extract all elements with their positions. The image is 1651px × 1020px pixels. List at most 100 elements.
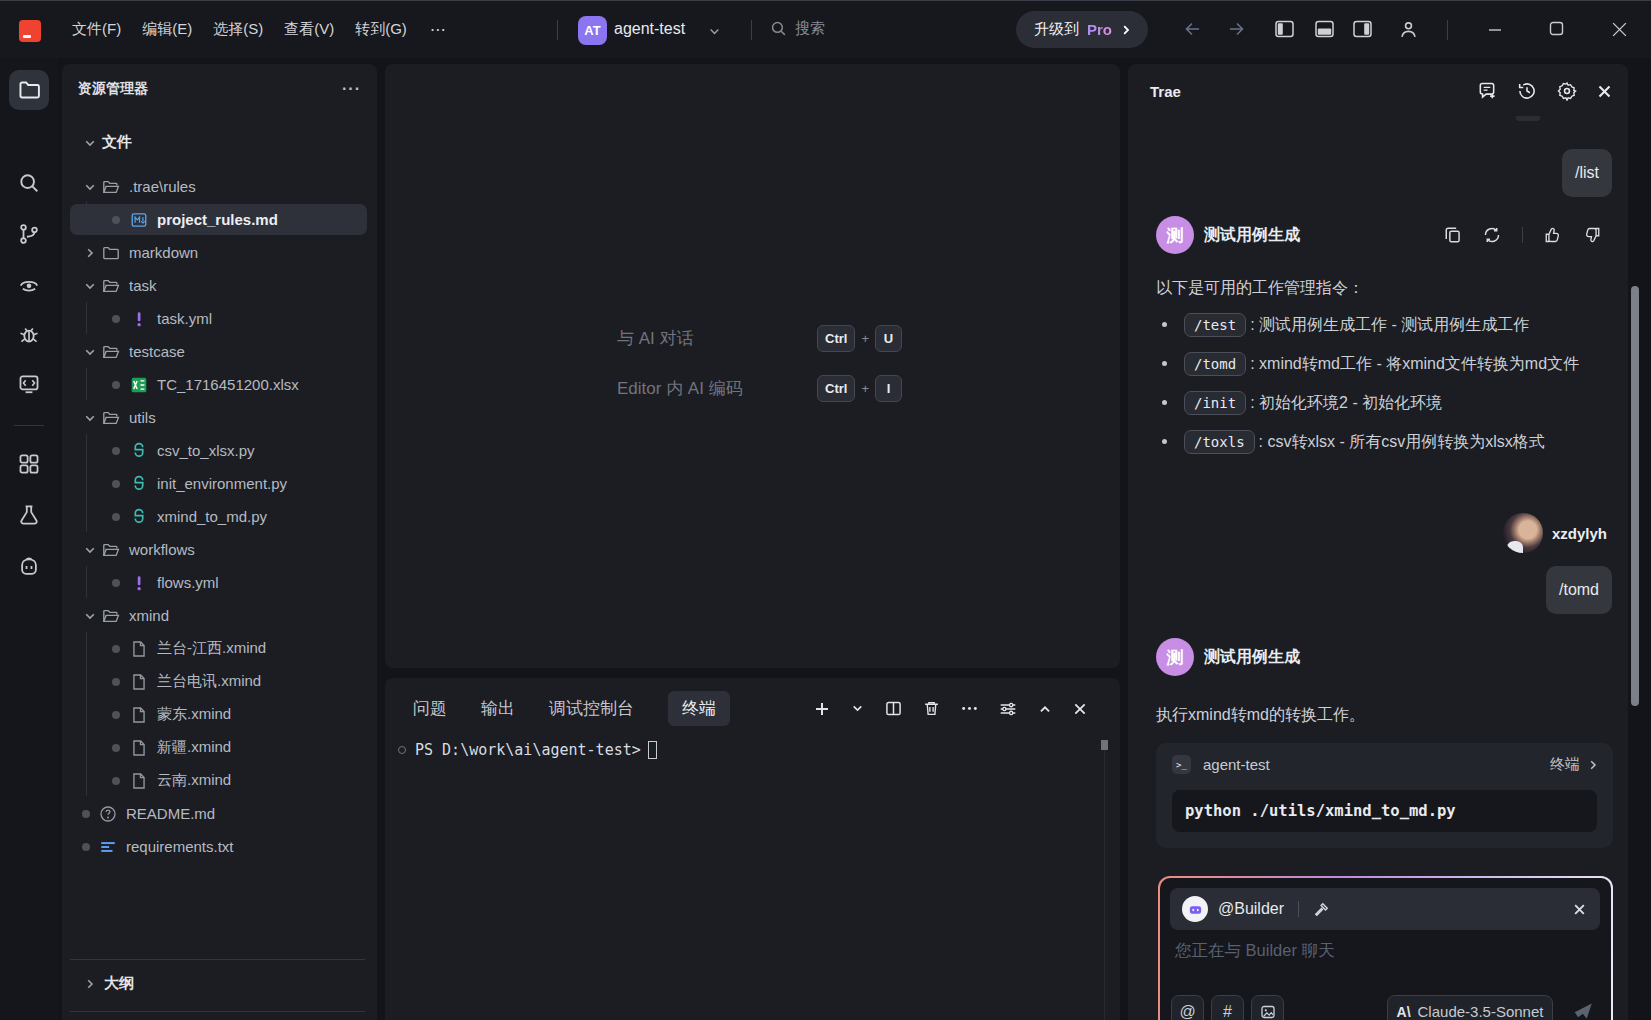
tree-file[interactable]: TC_1716451200.xlsx <box>62 368 377 401</box>
explorer-more-icon[interactable]: ··· <box>342 80 361 98</box>
thumbs-up-icon[interactable] <box>1544 226 1562 244</box>
menu-file[interactable]: 文件(F) <box>72 20 121 39</box>
menu-select[interactable]: 选择(S) <box>213 20 263 39</box>
nav-back-icon[interactable] <box>1183 19 1203 39</box>
toggle-left-sidebar-icon[interactable] <box>1275 20 1294 38</box>
activity-ai-assistant[interactable] <box>9 546 49 586</box>
tree-file[interactable]: README.md <box>62 797 377 830</box>
tree-file[interactable]: 兰台-江西.xmind <box>62 632 377 665</box>
menu-more-icon[interactable]: ⋯ <box>430 20 446 39</box>
folder-icon <box>102 244 120 262</box>
activity-remote-terminal[interactable] <box>9 364 49 404</box>
tab-terminal[interactable]: 终端 <box>668 691 730 726</box>
tree-section-files[interactable]: 文件 <box>62 126 377 159</box>
tree-folder[interactable]: utils <box>62 401 377 434</box>
menu-goto[interactable]: 转到(G) <box>355 20 407 39</box>
activity-debug[interactable] <box>9 314 49 354</box>
image-button[interactable] <box>1251 995 1284 1020</box>
hammer-icon[interactable] <box>1313 901 1330 918</box>
titlebar-separator <box>1447 20 1448 40</box>
tree-file[interactable]: 蒙东.xmind <box>62 698 377 731</box>
maximize-panel-icon[interactable] <box>1038 702 1052 716</box>
outline-section[interactable]: 大纲 <box>62 967 377 1000</box>
command-pill[interactable]: /tomd <box>1184 352 1246 376</box>
tree-file[interactable]: 兰台电讯.xmind <box>62 665 377 698</box>
regenerate-icon[interactable] <box>1483 226 1501 244</box>
more-actions-icon[interactable] <box>961 700 978 717</box>
activity-explorer[interactable] <box>9 70 49 110</box>
split-terminal-icon[interactable] <box>885 700 902 717</box>
tree-file[interactable]: csv_to_xlsx.py <box>62 434 377 467</box>
remove-builder-icon[interactable] <box>1573 903 1586 916</box>
tree-file[interactable]: project_rules.md <box>62 203 377 236</box>
activity-extensions[interactable] <box>9 444 49 484</box>
kill-terminal-icon[interactable] <box>923 700 940 717</box>
terminal-scrollbar-thumb[interactable] <box>1101 740 1108 750</box>
tree-folder[interactable]: .trae\rules <box>62 170 377 203</box>
open-terminal-link[interactable]: 终端 <box>1550 755 1599 774</box>
tree-folder[interactable]: workflows <box>62 533 377 566</box>
tree-file[interactable]: init_environment.py <box>62 467 377 500</box>
command-pill[interactable]: /toxls <box>1184 430 1255 454</box>
tree-folder[interactable]: markdown <box>62 236 377 269</box>
menu-edit[interactable]: 编辑(E) <box>142 20 192 39</box>
window-scrollbar-thumb[interactable] <box>1631 286 1639 706</box>
settings-gear-icon[interactable] <box>1557 81 1577 101</box>
folder-icon <box>102 178 120 196</box>
model-selector[interactable]: A\ Claude-3.5-Sonnet <box>1387 995 1553 1020</box>
activity-source-control[interactable] <box>9 214 49 254</box>
nav-forward-icon[interactable] <box>1226 19 1246 39</box>
tree-file[interactable]: task.yml <box>62 302 377 335</box>
tree-file[interactable]: requirements.txt <box>62 830 377 863</box>
command-pill[interactable]: /init <box>1184 391 1246 415</box>
toggle-right-sidebar-icon[interactable] <box>1353 20 1372 38</box>
activity-testing[interactable] <box>9 495 49 535</box>
tab-problems[interactable]: 问题 <box>413 697 447 720</box>
run-command-block[interactable]: python ./utils/xmind_to_md.py <box>1172 790 1597 832</box>
workspace-badge[interactable]: AT <box>578 16 607 45</box>
window-maximize-icon[interactable] <box>1549 21 1564 36</box>
context-button[interactable]: # <box>1211 995 1244 1020</box>
new-terminal-icon[interactable] <box>814 701 830 717</box>
window-minimize-icon[interactable] <box>1488 23 1502 37</box>
tree-file[interactable]: flows.yml <box>62 566 377 599</box>
close-panel-icon[interactable] <box>1597 84 1612 99</box>
send-icon[interactable] <box>1572 1000 1594 1020</box>
history-icon[interactable] <box>1517 81 1537 101</box>
workspace-chevron-icon[interactable] <box>708 25 721 38</box>
trae-logo[interactable] <box>19 20 41 42</box>
thumbs-down-icon[interactable] <box>1583 226 1601 244</box>
file-dot-icon <box>112 513 120 521</box>
command-pill[interactable]: /test <box>1184 313 1246 337</box>
upgrade-pro-button[interactable]: 升级到 Pro <box>1016 11 1148 48</box>
tab-debug-console[interactable]: 调试控制台 <box>549 697 634 720</box>
tree-file[interactable]: 云南.xmind <box>62 764 377 797</box>
close-panel-icon[interactable] <box>1073 702 1087 716</box>
tree-folder[interactable]: task <box>62 269 377 302</box>
terminal-content[interactable]: PS D:\work\ai\agent-test> <box>398 741 657 759</box>
tree-file[interactable]: 新疆.xmind <box>62 731 377 764</box>
activity-search[interactable] <box>9 163 49 203</box>
terminal-settings-icon[interactable] <box>999 700 1017 718</box>
editor-area[interactable]: 与 AI 对话 Ctrl + U Editor 内 AI 编码 Ctrl + I <box>385 64 1120 668</box>
tree-folder[interactable]: xmind <box>62 599 377 632</box>
copy-icon[interactable] <box>1444 226 1462 244</box>
global-search[interactable]: 搜索 <box>770 19 825 38</box>
builder-mention[interactable]: @Builder <box>1218 900 1284 918</box>
flask-icon <box>18 504 40 526</box>
mention-button[interactable]: @ <box>1171 995 1204 1020</box>
folder-icon <box>18 79 40 101</box>
terminal-dropdown-icon[interactable] <box>851 702 864 715</box>
menu-view[interactable]: 查看(V) <box>284 20 334 39</box>
new-chat-icon[interactable] <box>1477 81 1497 101</box>
tree-file[interactable]: xmind_to_md.py <box>62 500 377 533</box>
workspace-name[interactable]: agent-test <box>614 20 685 38</box>
window-close-icon[interactable] <box>1611 21 1628 38</box>
account-icon[interactable] <box>1398 19 1419 40</box>
activity-remote-preview[interactable] <box>9 264 49 304</box>
hint-label: Editor 内 AI 编码 <box>617 377 817 400</box>
toggle-panel-icon[interactable] <box>1315 20 1334 38</box>
tree-folder[interactable]: testcase <box>62 335 377 368</box>
tab-output[interactable]: 输出 <box>481 697 515 720</box>
chat-input-placeholder[interactable]: 您正在与 Builder 聊天 <box>1175 940 1335 962</box>
